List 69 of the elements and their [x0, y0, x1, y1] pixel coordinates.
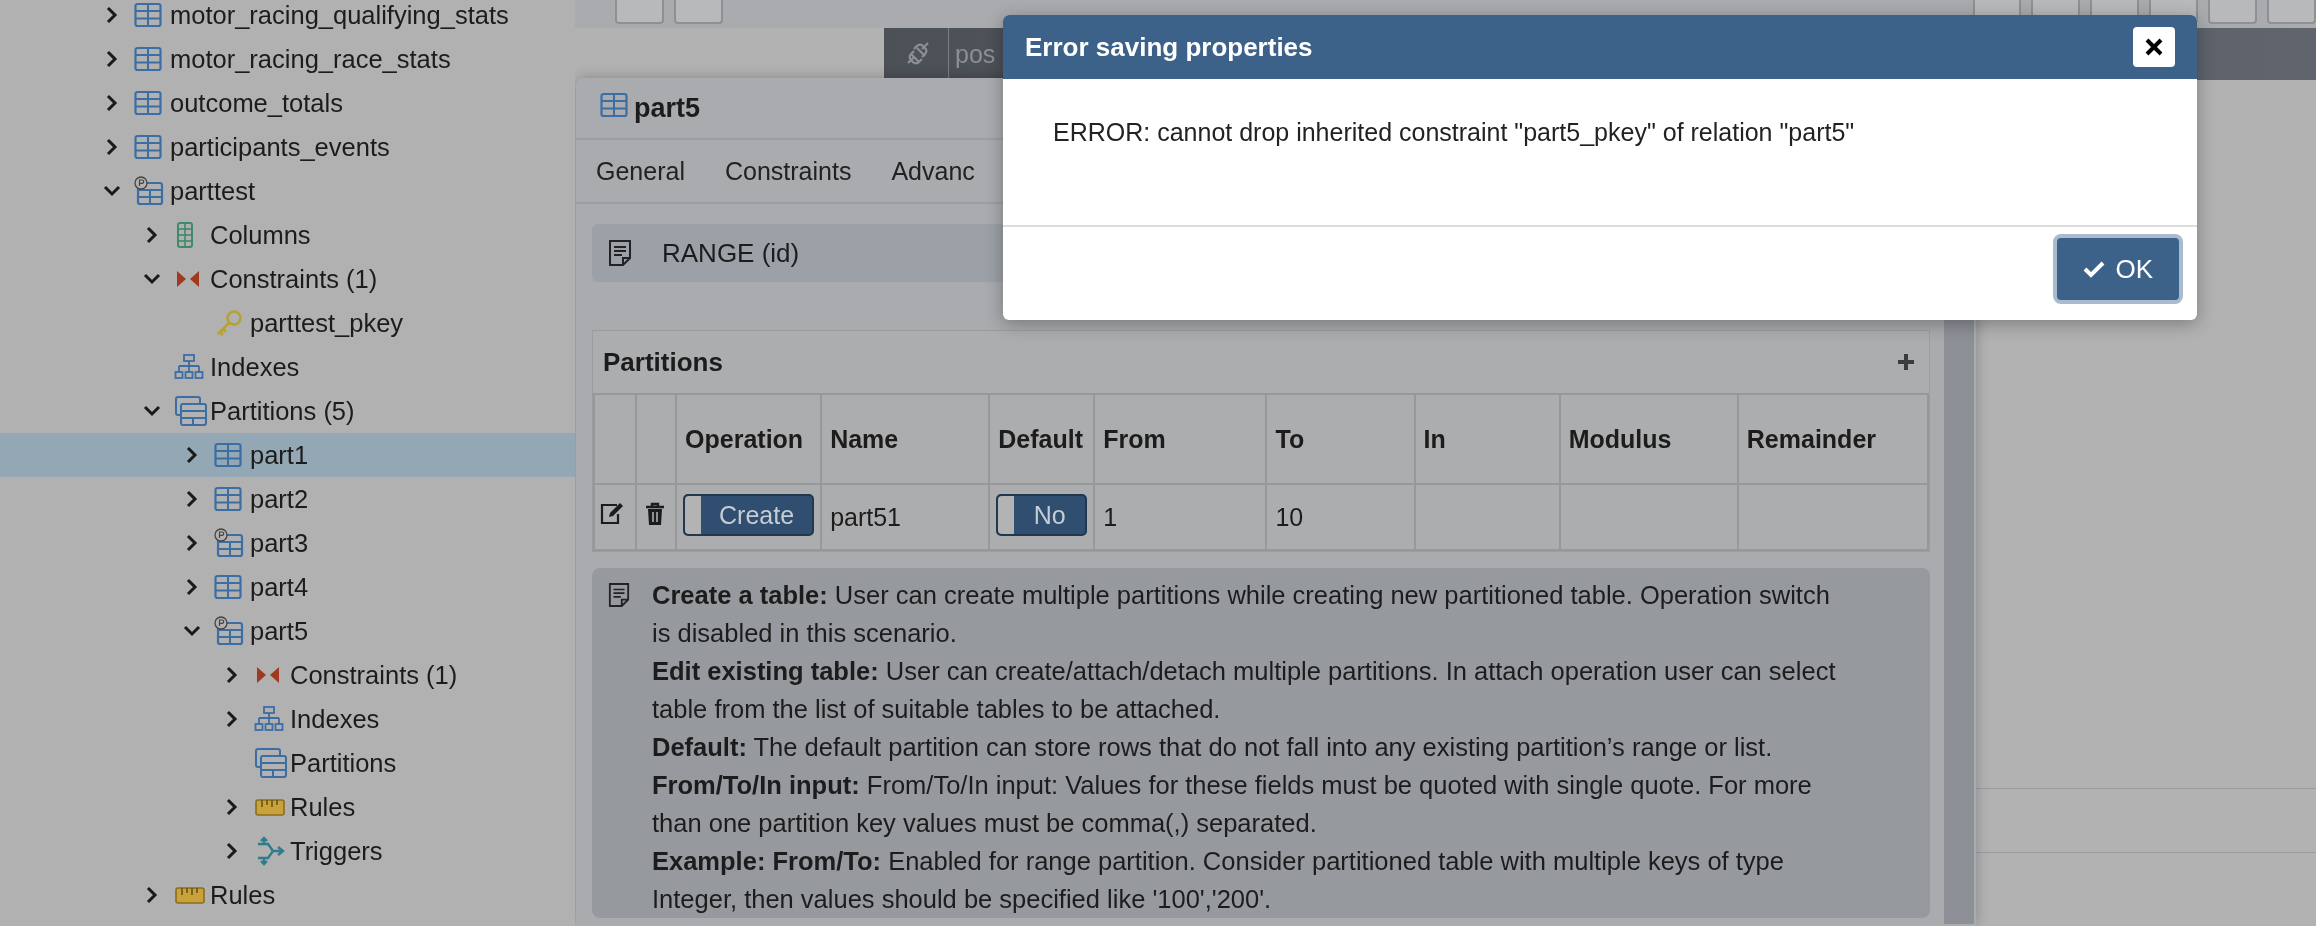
tree-item[interactable]: Indexes	[0, 345, 575, 389]
tab[interactable]: General	[596, 148, 685, 194]
tree-item[interactable]: part3	[0, 521, 575, 565]
panel-title: Partitions	[603, 346, 723, 378]
tree-item-label: part4	[250, 572, 309, 602]
tree-item-label: Constraints (1)	[290, 660, 458, 690]
tree-item-label: parttest_pkey	[250, 308, 404, 338]
tree-item-label: Partitions	[290, 748, 397, 778]
help-paragraph: Example: From/To: Enabled for range partition. Consider partitioned table with multiple keys of type Integer, then values should be specified like '100','200'.	[652, 846, 1785, 915]
tree-item[interactable]: part2	[0, 477, 575, 521]
tree-item-label: parttest	[170, 176, 256, 206]
tree-item-label: participants_events	[170, 132, 390, 162]
tree-item[interactable]: Constraints (1)	[0, 653, 575, 697]
tree-item[interactable]: parttest	[0, 169, 575, 213]
column-header: Remainder	[1737, 394, 1928, 484]
tab[interactable]: Advanc	[891, 148, 975, 194]
tree-item[interactable]: part1	[0, 433, 575, 477]
tree-item[interactable]: part5	[0, 609, 575, 653]
tree-item[interactable]: Constraints (1)	[0, 257, 575, 301]
tree-item[interactable]: Rules	[0, 785, 575, 829]
tree-item-label: outcome_totals	[170, 88, 343, 118]
tree-item-label: Triggers	[290, 836, 383, 866]
toggle-switch[interactable]: Create	[683, 494, 815, 536]
tree-item[interactable]: motor_racing_qualifying_stats	[0, 0, 575, 37]
tree-item-label: Rules	[290, 792, 356, 822]
tree-item[interactable]: Partitions (5)	[0, 389, 575, 433]
tree-item-label: part1	[250, 440, 309, 470]
dialog-title: Error saving properties	[1025, 31, 1313, 63]
tab[interactable]: Constraints	[724, 148, 852, 194]
ok-button[interactable]: OK	[2053, 234, 2183, 304]
help-paragraph: Edit existing table: User can create/attach/detach multiple partitions. In attach operation user can select table from the list of suitable tables to be attached.	[652, 656, 1837, 725]
help-paragraph: Create a table: User can create multiple partitions while creating new partitioned table. Operation switch is disabled in this scenario.	[652, 580, 1831, 649]
tree-item-label: Constraints (1)	[210, 264, 378, 294]
tree-item[interactable]: Rules	[0, 873, 575, 917]
tree-item-label: motor_racing_qualifying_stats	[170, 0, 509, 30]
tree-item[interactable]: Triggers	[0, 829, 575, 873]
tree-item[interactable]: parttest_pkey	[0, 301, 575, 345]
column-header: Default	[989, 394, 1095, 484]
column-header: Name	[821, 394, 990, 484]
column-header: Operation	[676, 394, 822, 484]
help-paragraph: Default: The default partition can store rows that do not fall into any existing partition’s range or list.	[652, 732, 1774, 763]
tree-item-label: Rules	[210, 880, 276, 910]
tree-item-label: Columns	[210, 220, 311, 250]
dialog-title: part5	[634, 92, 701, 124]
tree-item-label: Partitions (5)	[210, 396, 355, 426]
tree-item[interactable]: Indexes	[0, 697, 575, 741]
error-message: ERROR: cannot drop inherited constraint "part5_pkey" of relation "part5"	[1052, 116, 1856, 148]
toggle-switch[interactable]: No	[996, 494, 1088, 536]
tree-item[interactable]: motor_racing_race_stats	[0, 37, 575, 81]
tree-item[interactable]: participants_events	[0, 125, 575, 169]
table-cell: part51	[821, 484, 990, 550]
table-cell: 1	[1094, 484, 1267, 550]
table-cell: 10	[1266, 484, 1415, 550]
tree-item[interactable]: Columns	[0, 213, 575, 257]
column-header: To	[1266, 394, 1415, 484]
column-header: From	[1094, 394, 1267, 484]
tree-item-label: part3	[250, 528, 309, 558]
partition-key-text: RANGE (id)	[662, 237, 800, 269]
column-header: In	[1414, 394, 1560, 484]
tree-item[interactable]: Partitions	[0, 741, 575, 785]
tree-item-label: part5	[250, 616, 309, 646]
tree-item[interactable]: part4	[0, 565, 575, 609]
tree-item[interactable]: outcome_totals	[0, 81, 575, 125]
column-header: Modulus	[1559, 394, 1738, 484]
tree-item-label: motor_racing_race_stats	[170, 44, 451, 74]
tree-item-label: Indexes	[210, 352, 300, 382]
help-paragraph: From/To/In input: From/To/In input: Values for these fields must be quoted with single quote. For more than one partition key values must be comma(,) separated.	[652, 770, 1813, 839]
tree-item-label: Indexes	[290, 704, 380, 734]
tree-item-label: part2	[250, 484, 309, 514]
